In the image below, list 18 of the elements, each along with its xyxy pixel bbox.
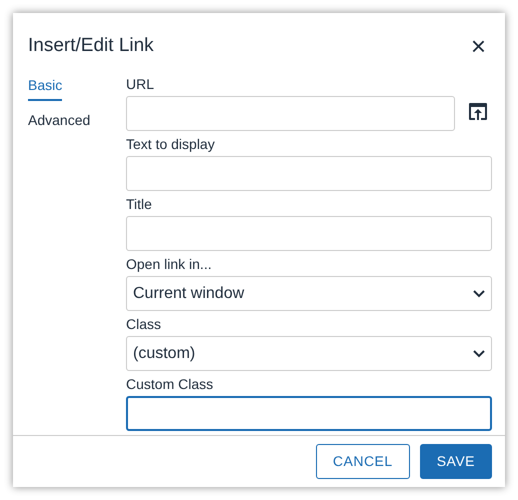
field-label: Custom Class: [126, 375, 214, 393]
input-field[interactable]: [126, 396, 492, 431]
dialog-title: Insert/Edit Link: [28, 34, 154, 58]
save-button[interactable]: SAVE: [420, 444, 492, 479]
chevron-icon: [473, 350, 485, 358]
field-label: Text to display: [126, 135, 216, 153]
field-label: Class: [126, 315, 162, 333]
field-label: Open link in...: [126, 255, 213, 273]
upload-window-icon: [468, 102, 488, 121]
cancel-button[interactable]: CANCEL: [316, 444, 410, 479]
select-field[interactable]: Current window: [126, 276, 492, 311]
field-label: Title: [126, 195, 153, 213]
close-button[interactable]: ×: [466, 33, 490, 59]
chevron-icon: [473, 290, 485, 298]
select-field[interactable]: (custom): [126, 336, 492, 371]
field-label: URL: [126, 75, 156, 93]
tab[interactable]: Advanced: [28, 110, 90, 136]
tab[interactable]: Basic: [28, 75, 62, 101]
